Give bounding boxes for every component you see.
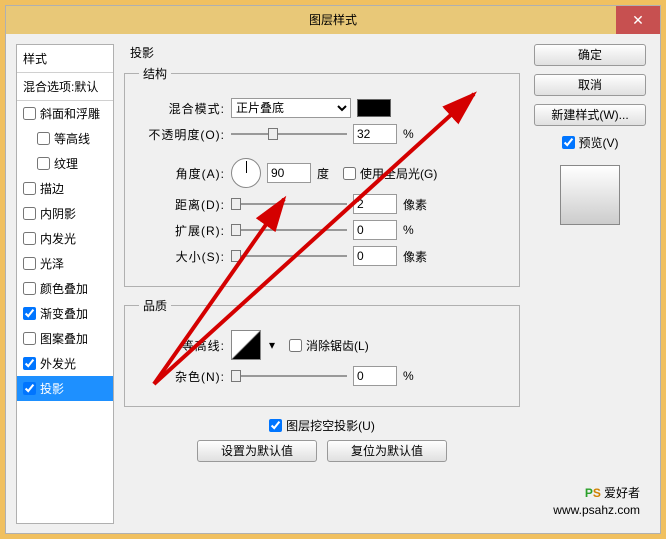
main-panel: 投影 结构 混合模式: 正片叠底 不透明度(O): % 角度(A): bbox=[124, 44, 520, 524]
sidebar-item-label: 光泽 bbox=[40, 255, 64, 272]
sidebar-item-label: 颜色叠加 bbox=[40, 280, 88, 297]
sidebar-item-5[interactable]: 内发光 bbox=[17, 226, 113, 251]
sidebar-item-6[interactable]: 光泽 bbox=[17, 251, 113, 276]
quality-group: 品质 等高线: ▾ 消除锯齿(L) 杂色(N): % bbox=[124, 297, 520, 407]
size-unit: 像素 bbox=[403, 248, 427, 265]
sidebar-blend-default[interactable]: 混合选项:默认 bbox=[17, 73, 113, 101]
spread-input[interactable] bbox=[353, 220, 397, 240]
close-button[interactable]: ✕ bbox=[616, 6, 660, 34]
sidebar-checkbox[interactable] bbox=[23, 307, 36, 320]
sidebar-checkbox[interactable] bbox=[23, 207, 36, 220]
sidebar-item-label: 纹理 bbox=[54, 155, 78, 172]
knockout-check[interactable]: 图层挖空投影(U) bbox=[269, 417, 375, 434]
contour-picker[interactable] bbox=[231, 330, 261, 360]
sidebar-checkbox[interactable] bbox=[23, 232, 36, 245]
sidebar-item-label: 等高线 bbox=[54, 130, 90, 147]
sidebar-item-1[interactable]: 等高线 bbox=[17, 126, 113, 151]
distance-unit: 像素 bbox=[403, 196, 427, 213]
sidebar-checkbox[interactable] bbox=[37, 132, 50, 145]
sidebar-item-9[interactable]: 图案叠加 bbox=[17, 326, 113, 351]
blend-mode-label: 混合模式: bbox=[139, 100, 225, 117]
sidebar-item-2[interactable]: 纹理 bbox=[17, 151, 113, 176]
sidebar-checkbox[interactable] bbox=[23, 382, 36, 395]
sidebar-item-label: 图案叠加 bbox=[40, 330, 88, 347]
contour-label: 等高线: bbox=[139, 337, 225, 354]
sidebar-item-0[interactable]: 斜面和浮雕 bbox=[17, 101, 113, 126]
noise-input[interactable] bbox=[353, 366, 397, 386]
sidebar-checkbox[interactable] bbox=[23, 332, 36, 345]
cancel-button[interactable]: 取消 bbox=[534, 74, 646, 96]
sidebar-item-label: 投影 bbox=[40, 380, 64, 397]
distance-input[interactable] bbox=[353, 194, 397, 214]
spread-unit: % bbox=[403, 223, 414, 237]
quality-legend: 品质 bbox=[139, 297, 171, 314]
set-default-button[interactable]: 设置为默认值 bbox=[197, 440, 317, 462]
opacity-unit: % bbox=[403, 127, 423, 141]
preview-checkbox[interactable] bbox=[562, 136, 575, 149]
ok-button[interactable]: 确定 bbox=[534, 44, 646, 66]
sidebar-item-4[interactable]: 内阴影 bbox=[17, 201, 113, 226]
structure-legend: 结构 bbox=[139, 65, 171, 82]
antialias-check[interactable]: 消除锯齿(L) bbox=[289, 337, 369, 354]
sidebar-item-8[interactable]: 渐变叠加 bbox=[17, 301, 113, 326]
reset-default-button[interactable]: 复位为默认值 bbox=[327, 440, 447, 462]
sidebar-item-label: 描边 bbox=[40, 180, 64, 197]
noise-label: 杂色(N): bbox=[139, 368, 225, 385]
spread-label: 扩展(R): bbox=[139, 222, 225, 239]
sidebar-checkbox[interactable] bbox=[23, 357, 36, 370]
preview-check[interactable]: 预览(V) bbox=[562, 134, 619, 151]
sidebar-item-7[interactable]: 颜色叠加 bbox=[17, 276, 113, 301]
sidebar-item-11[interactable]: 投影 bbox=[17, 376, 113, 401]
sidebar-item-label: 渐变叠加 bbox=[40, 305, 88, 322]
sidebar-checkbox[interactable] bbox=[37, 157, 50, 170]
sidebar-item-10[interactable]: 外发光 bbox=[17, 351, 113, 376]
preview-swatch bbox=[560, 165, 620, 225]
angle-unit: 度 bbox=[317, 165, 329, 182]
size-label: 大小(S): bbox=[139, 248, 225, 265]
sidebar-item-label: 内阴影 bbox=[40, 205, 76, 222]
sidebar-item-label: 内发光 bbox=[40, 230, 76, 247]
sidebar-item-label: 斜面和浮雕 bbox=[40, 105, 100, 122]
panel-title: 投影 bbox=[124, 44, 520, 65]
sidebar-item-3[interactable]: 描边 bbox=[17, 176, 113, 201]
sidebar-item-label: 外发光 bbox=[40, 355, 76, 372]
sidebar-checkbox[interactable] bbox=[23, 282, 36, 295]
structure-group: 结构 混合模式: 正片叠底 不透明度(O): % 角度(A): 度 bbox=[124, 65, 520, 287]
new-style-button[interactable]: 新建样式(W)... bbox=[534, 104, 646, 126]
opacity-input[interactable] bbox=[353, 124, 397, 144]
angle-input[interactable] bbox=[267, 163, 311, 183]
global-light-check[interactable]: 使用全局光(G) bbox=[343, 165, 437, 182]
spread-slider[interactable] bbox=[231, 223, 347, 237]
knockout-checkbox[interactable] bbox=[269, 419, 282, 432]
styles-sidebar: 样式 混合选项:默认 斜面和浮雕等高线纹理描边内阴影内发光光泽颜色叠加渐变叠加图… bbox=[16, 44, 114, 524]
angle-dial[interactable] bbox=[231, 158, 261, 188]
shadow-color-swatch[interactable] bbox=[357, 99, 391, 117]
sidebar-checkbox[interactable] bbox=[23, 107, 36, 120]
angle-label: 角度(A): bbox=[139, 165, 225, 182]
sidebar-checkbox[interactable] bbox=[23, 182, 36, 195]
watermark: PS 爱好者 www.psahz.com bbox=[553, 477, 640, 517]
antialias-checkbox[interactable] bbox=[289, 339, 302, 352]
opacity-label: 不透明度(O): bbox=[139, 126, 225, 143]
noise-unit: % bbox=[403, 369, 414, 383]
titlebar: 图层样式 ✕ bbox=[6, 6, 660, 34]
distance-label: 距离(D): bbox=[139, 196, 225, 213]
blend-mode-select[interactable]: 正片叠底 bbox=[231, 98, 351, 118]
size-slider[interactable] bbox=[231, 249, 347, 263]
global-light-checkbox[interactable] bbox=[343, 167, 356, 180]
size-input[interactable] bbox=[353, 246, 397, 266]
noise-slider[interactable] bbox=[231, 369, 347, 383]
sidebar-header: 样式 bbox=[17, 45, 113, 73]
window-title: 图层样式 bbox=[309, 13, 357, 27]
right-panel: 确定 取消 新建样式(W)... 预览(V) bbox=[530, 44, 650, 524]
opacity-slider[interactable] bbox=[231, 127, 347, 141]
distance-slider[interactable] bbox=[231, 197, 347, 211]
sidebar-checkbox[interactable] bbox=[23, 257, 36, 270]
